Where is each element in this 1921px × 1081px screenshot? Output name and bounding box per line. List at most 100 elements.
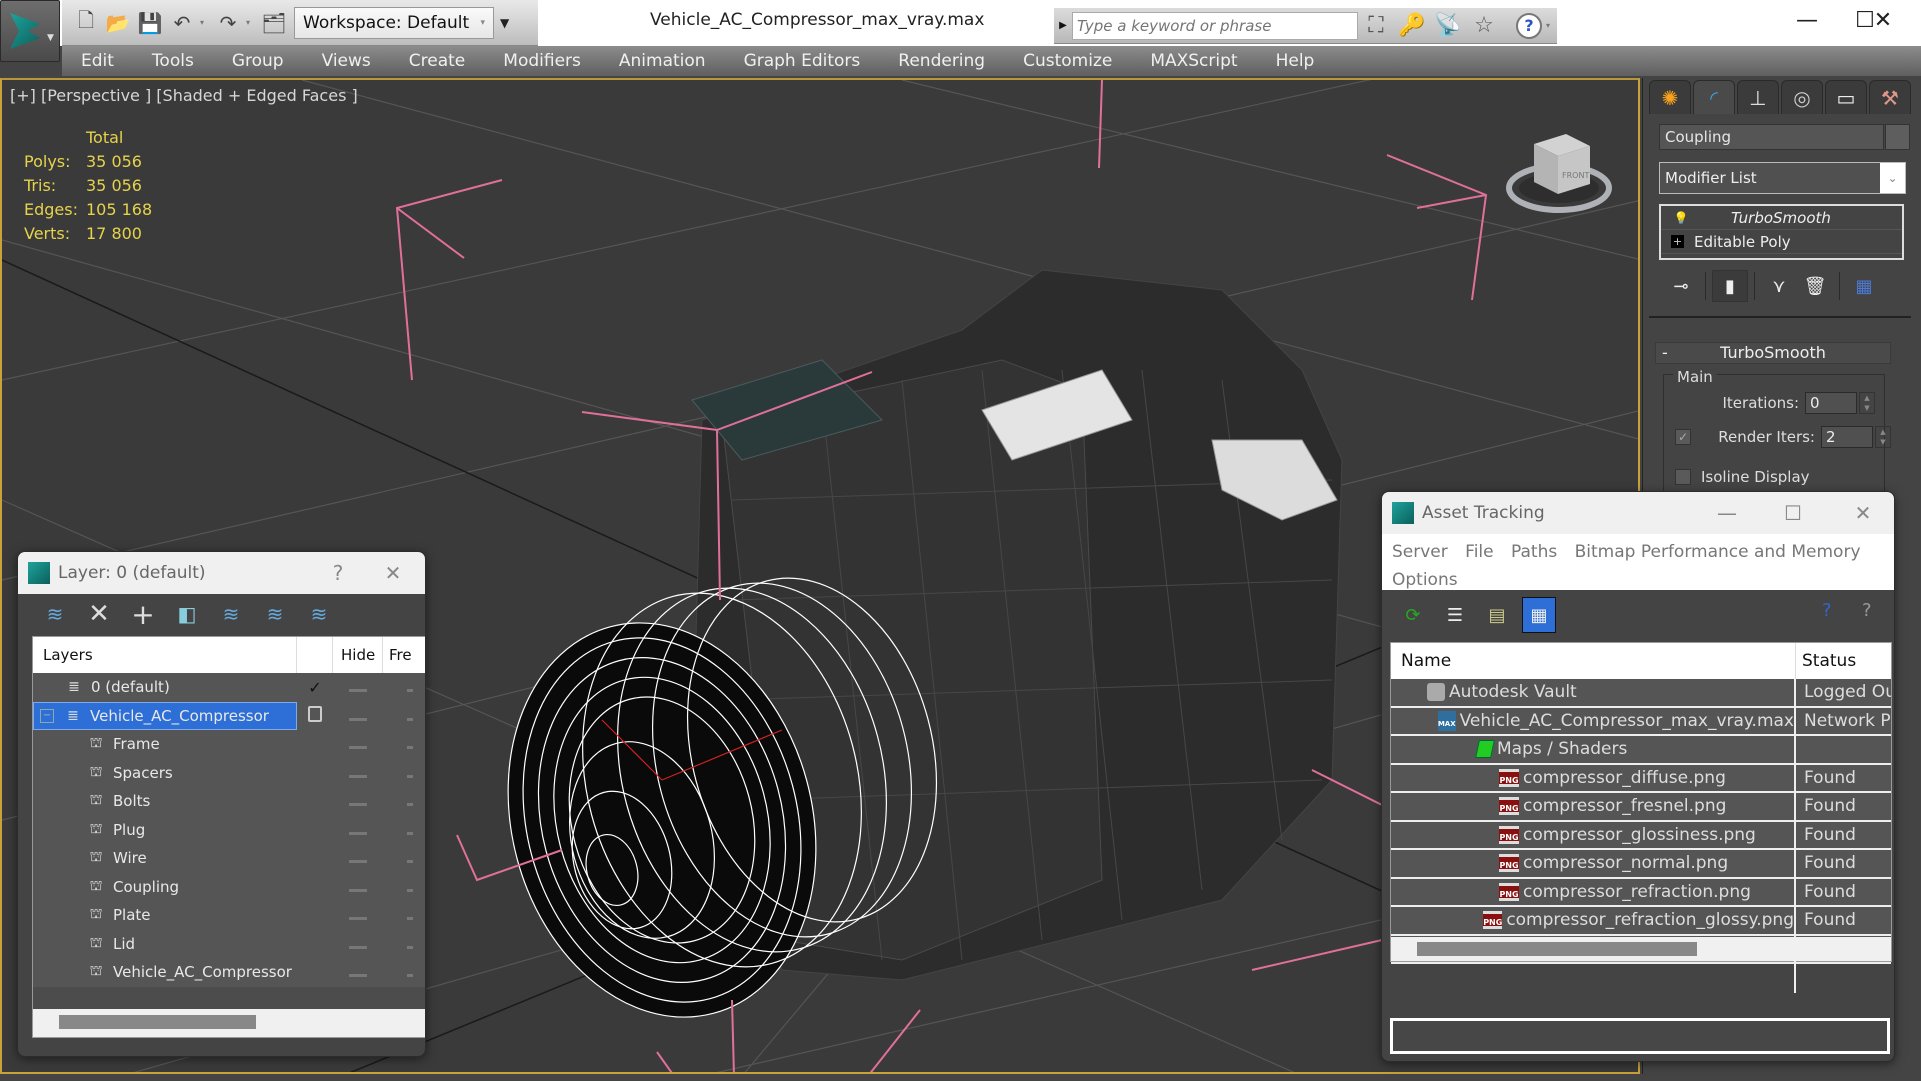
- help-online-icon[interactable]: ?: [1822, 600, 1832, 621]
- menu-rendering[interactable]: Rendering: [879, 51, 1004, 71]
- object-row[interactable]: ⛫ Plug: [33, 815, 425, 844]
- stack-item-turbosmooth[interactable]: 💡 TurboSmooth: [1661, 206, 1902, 230]
- menu-options[interactable]: Options: [1392, 570, 1458, 590]
- maximize-button[interactable]: ☐: [1768, 492, 1818, 534]
- object-name-field[interactable]: Coupling: [1659, 124, 1884, 150]
- layer-dialog-titlebar[interactable]: Layer: 0 (default): [18, 552, 425, 594]
- menu-create[interactable]: Create: [390, 51, 485, 71]
- asset-row[interactable]: PNG compressor_glossiness.png Found: [1391, 821, 1891, 850]
- freeze-toggle[interactable]: [383, 878, 413, 896]
- asset-row[interactable]: Autodesk Vault Logged Ou: [1391, 679, 1891, 708]
- hide-toggle[interactable]: [333, 906, 383, 924]
- freeze-toggle[interactable]: [383, 792, 413, 810]
- viewport-label[interactable]: [+] [Perspective ] [Shaded + Edged Faces…: [10, 86, 358, 105]
- tab-hierarchy[interactable]: ⊥: [1737, 80, 1779, 114]
- turbosmooth-rollout-header[interactable]: - TurboSmooth: [1655, 342, 1891, 364]
- add-to-layer-icon[interactable]: +: [128, 598, 158, 631]
- hide-toggle[interactable]: [333, 963, 383, 981]
- hide-toggle[interactable]: [333, 935, 383, 953]
- hide-toggle[interactable]: [333, 878, 383, 896]
- layer-row[interactable]: − ≣ Vehicle_AC_Compressor: [33, 701, 425, 730]
- asset-row[interactable]: PNG compressor_refraction_glossy.png Found: [1391, 907, 1891, 936]
- scrollbar-thumb[interactable]: [59, 1015, 256, 1029]
- hide-toggle[interactable]: [333, 821, 383, 839]
- table-view-icon[interactable]: ▦: [1522, 597, 1556, 633]
- asset-row[interactable]: PNG compressor_fresnel.png Found: [1391, 793, 1891, 822]
- tab-modify[interactable]: ◜: [1693, 80, 1735, 114]
- highlight-layer-icon[interactable]: ≋: [260, 599, 290, 629]
- save-icon[interactable]: 💾: [136, 9, 164, 37]
- render-iters-spinner-field[interactable]: 2: [1821, 426, 1873, 448]
- layer-row[interactable]: ≣ 0 (default) ✓: [33, 673, 425, 702]
- expand-plus-icon[interactable]: +: [1671, 235, 1684, 248]
- menu-graph-editors[interactable]: Graph Editors: [725, 51, 880, 71]
- freeze-toggle[interactable]: [383, 735, 413, 753]
- menu-modifiers[interactable]: Modifiers: [484, 51, 600, 71]
- menu-paths[interactable]: Paths: [1511, 542, 1557, 562]
- redo-dropdown-icon[interactable]: ▾: [246, 18, 256, 27]
- help-button[interactable]: ?: [313, 552, 363, 594]
- asset-row[interactable]: PNG compressor_diffuse.png Found: [1391, 764, 1891, 793]
- create-layer-icon[interactable]: ≋: [40, 599, 70, 629]
- freeze-toggle[interactable]: [383, 935, 413, 953]
- column-freeze[interactable]: Fre: [383, 637, 423, 673]
- delete-layer-icon[interactable]: ✕: [84, 599, 114, 629]
- tab-display[interactable]: ▭: [1825, 80, 1867, 114]
- workspace-dropdown[interactable]: Workspace: Default ▾: [294, 6, 494, 39]
- tree-view-icon[interactable]: ▤: [1480, 597, 1514, 633]
- menu-maxscript[interactable]: MAXScript: [1131, 51, 1256, 71]
- compressor-model[interactable]: [465, 269, 1343, 1052]
- key-icon[interactable]: 🔑: [1394, 13, 1430, 38]
- close-button[interactable]: ✕: [1838, 492, 1888, 534]
- hide-toggle[interactable]: [333, 735, 383, 753]
- object-color-swatch[interactable]: [1885, 124, 1910, 150]
- column-hide[interactable]: Hide: [333, 637, 383, 673]
- hide-toggle[interactable]: [333, 764, 383, 782]
- hide-toggle[interactable]: [333, 678, 383, 696]
- column-name[interactable]: Name: [1391, 643, 1796, 679]
- modifier-list-dropdown[interactable]: Modifier List ⌄: [1659, 162, 1906, 194]
- scrollbar-thumb[interactable]: [1417, 942, 1697, 956]
- configure-modifier-sets-icon[interactable]: ▦: [1846, 270, 1882, 302]
- asset-row[interactable]: PNG compressor_normal.png Found: [1391, 850, 1891, 879]
- freeze-toggle[interactable]: [383, 849, 413, 867]
- open-folder-icon[interactable]: 📂: [104, 9, 132, 37]
- viewcube[interactable]: FRONT: [1504, 126, 1614, 216]
- pin-stack-icon[interactable]: ⊸: [1663, 270, 1699, 302]
- help-icon[interactable]: ?: [1862, 600, 1872, 621]
- undo-dropdown-icon[interactable]: ▾: [200, 18, 210, 27]
- menu-edit[interactable]: Edit: [62, 51, 133, 71]
- asset-path-field[interactable]: [1390, 1018, 1890, 1054]
- current-layer-checkbox[interactable]: [297, 705, 333, 726]
- menu-file[interactable]: File: [1465, 542, 1493, 562]
- object-row[interactable]: ⛫ Frame: [33, 730, 425, 759]
- object-row[interactable]: ⛫ Lid: [33, 929, 425, 958]
- asset-row[interactable]: PNG compressor_refraction.png Found: [1391, 878, 1891, 907]
- search-input[interactable]: [1072, 11, 1358, 40]
- redo-icon[interactable]: ↷: [214, 9, 242, 37]
- app-menu-button[interactable]: ▼: [0, 0, 60, 62]
- object-row[interactable]: ⛫ Spacers: [33, 758, 425, 787]
- tab-motion[interactable]: ◎: [1781, 80, 1823, 114]
- menu-group[interactable]: Group: [213, 51, 303, 71]
- help-icon[interactable]: ?: [1516, 12, 1542, 39]
- hide-toggle[interactable]: [333, 707, 383, 725]
- show-end-result-icon[interactable]: ▮: [1712, 270, 1748, 302]
- close-button[interactable]: ✕: [368, 552, 418, 594]
- asset-row[interactable]: MAX Vehicle_AC_Compressor_max_vray.max Net…: [1391, 707, 1891, 736]
- new-file-icon[interactable]: 🗋: [72, 8, 100, 37]
- lightbulb-icon[interactable]: 💡: [1671, 211, 1691, 225]
- select-objects-icon[interactable]: ◧: [172, 599, 202, 629]
- customize-toolbar-icon[interactable]: ▼: [500, 16, 509, 30]
- horizontal-scrollbar[interactable]: [1391, 937, 1891, 961]
- asset-row[interactable]: Maps / Shaders: [1391, 736, 1891, 765]
- stack-item-editable-poly[interactable]: + Editable Poly: [1661, 230, 1902, 254]
- horizontal-scrollbar[interactable]: [33, 1011, 425, 1037]
- object-row[interactable]: ⛫ Coupling: [33, 872, 425, 901]
- current-layer-check-icon[interactable]: ✓: [297, 678, 333, 697]
- menu-bitmap-performance[interactable]: Bitmap Performance and Memory: [1575, 542, 1861, 562]
- hide-toggle[interactable]: [333, 849, 383, 867]
- remove-modifier-icon[interactable]: 🗑: [1797, 270, 1833, 302]
- menu-help[interactable]: Help: [1257, 51, 1334, 71]
- menu-server[interactable]: Server: [1392, 542, 1448, 562]
